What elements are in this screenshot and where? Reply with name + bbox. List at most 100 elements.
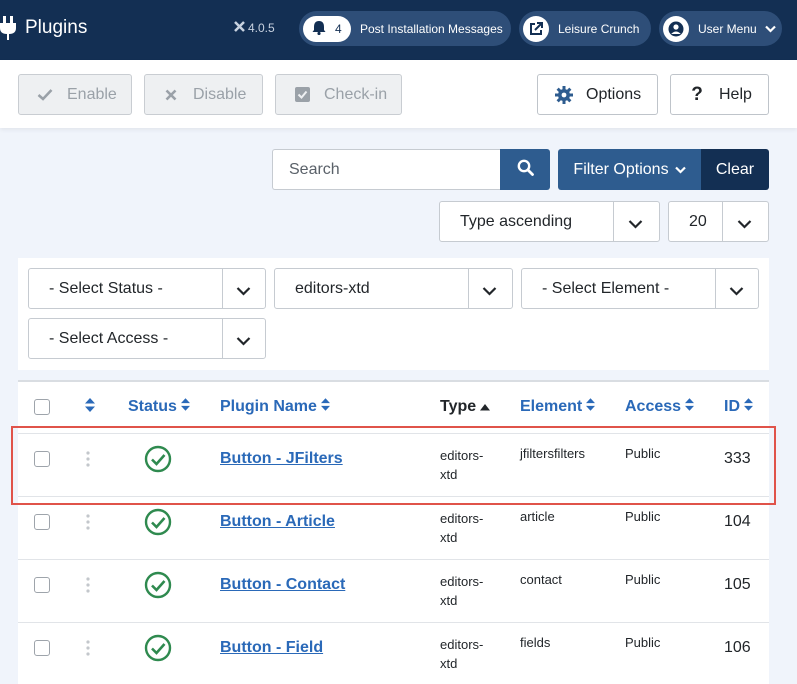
brand: Plugins <box>0 14 87 42</box>
select-divider <box>222 269 223 308</box>
plugin-name-link[interactable]: Button - Contact <box>220 576 345 594</box>
table-header: Status Plugin Name Type Element Access I… <box>18 382 769 432</box>
enable-button[interactable]: Enable <box>18 74 132 115</box>
status-enabled-icon[interactable] <box>144 634 172 667</box>
chevron-down-icon <box>737 216 752 234</box>
drag-handle-icon[interactable] <box>86 577 90 598</box>
status-enabled-icon[interactable] <box>144 571 172 604</box>
type-filter-select[interactable]: editors-xtd <box>274 268 513 309</box>
select-divider <box>715 269 716 308</box>
drag-handle-icon[interactable] <box>86 514 90 535</box>
list-limit-value: 20 <box>689 212 707 230</box>
type-column-label: Type <box>440 398 477 415</box>
table-row: Button - Article editors-xtd article Pub… <box>18 496 769 559</box>
options-button[interactable]: Options <box>537 74 658 115</box>
access-filter-value: - Select Access - <box>49 329 169 347</box>
type-filter-value: editors-xtd <box>295 279 370 297</box>
version-label: 4.0.5 <box>248 21 275 35</box>
plugin-access: Public <box>625 509 661 524</box>
row-checkbox[interactable] <box>34 640 50 656</box>
plugin-type: editors-xtd <box>440 574 484 608</box>
sort-icon <box>180 398 190 416</box>
search-input[interactable] <box>272 149 501 190</box>
search-button[interactable] <box>500 149 550 190</box>
user-icon <box>663 15 689 42</box>
status-filter-select[interactable]: - Select Status - <box>28 268 266 309</box>
status-column-label: Status <box>128 398 177 415</box>
check-square-icon <box>292 87 312 102</box>
name-column-label: Plugin Name <box>220 398 317 415</box>
check-icon <box>35 88 55 101</box>
notification-count: 4 <box>334 21 342 36</box>
bell-icon <box>312 20 326 38</box>
element-filter-select[interactable]: - Select Element - <box>521 268 759 309</box>
plugin-id: 105 <box>724 576 751 593</box>
element-filter-value: - Select Element - <box>542 279 670 297</box>
options-label: Options <box>586 85 642 103</box>
select-all-checkbox[interactable] <box>34 399 50 415</box>
plugin-id: 104 <box>724 513 751 530</box>
access-column-header[interactable]: Access <box>625 398 695 416</box>
select-divider <box>222 319 223 358</box>
drag-handle-icon[interactable] <box>86 640 90 661</box>
chevron-down-icon <box>729 283 744 301</box>
table-row: Button - Field editors-xtd fields Public… <box>18 622 769 684</box>
filter-options-label: Filter Options <box>573 160 669 178</box>
external-link-icon <box>523 15 549 42</box>
plugin-element: fields <box>520 635 551 650</box>
site-label: Leisure Crunch <box>558 21 640 36</box>
sort-icon <box>744 398 753 416</box>
chevron-down-icon <box>236 333 251 351</box>
disable-label: Disable <box>193 85 247 103</box>
toolbar: Enable Disable Check-in Options ? Help <box>0 60 797 128</box>
plugin-element: contact <box>520 572 562 587</box>
user-menu-label: User Menu <box>698 21 757 36</box>
plugin-access: Public <box>625 635 661 650</box>
plugin-name-link[interactable]: Button - Article <box>220 513 335 531</box>
type-column-header[interactable]: Type <box>440 398 491 416</box>
question-icon: ? <box>691 83 703 105</box>
gear-icon <box>554 85 574 104</box>
version-info: 4.0.5 <box>234 21 275 35</box>
ordering-select[interactable]: Type ascending <box>439 201 660 242</box>
sort-icon <box>586 398 596 416</box>
select-divider <box>468 269 469 308</box>
plug-icon <box>0 14 18 42</box>
post-installation-messages-button[interactable]: 4 Post Installation Messages <box>299 11 511 46</box>
help-button[interactable]: ? Help <box>670 74 769 115</box>
id-column-header[interactable]: ID <box>724 398 753 416</box>
row-checkbox[interactable] <box>34 577 50 593</box>
row-checkbox[interactable] <box>34 514 50 530</box>
element-column-label: Element <box>520 398 583 415</box>
ordering-column-header[interactable] <box>85 398 95 417</box>
access-column-label: Access <box>625 398 682 415</box>
checkin-button[interactable]: Check-in <box>275 74 402 115</box>
access-filter-select[interactable]: - Select Access - <box>28 318 266 359</box>
disable-button[interactable]: Disable <box>144 74 263 115</box>
checkin-label: Check-in <box>324 85 388 103</box>
sort-icon <box>85 398 95 417</box>
user-menu-button[interactable]: User Menu <box>659 11 782 46</box>
status-column-header[interactable]: Status <box>128 398 190 416</box>
name-column-header[interactable]: Plugin Name <box>220 398 330 416</box>
joomla-icon <box>234 21 245 35</box>
times-icon <box>161 89 181 101</box>
site-link-button[interactable]: Leisure Crunch <box>519 11 651 46</box>
table-row: Button - Contact editors-xtd contact Pub… <box>18 559 769 622</box>
page-title: Plugins <box>25 17 88 38</box>
status-enabled-icon[interactable] <box>144 508 172 541</box>
filter-options-button[interactable]: Filter Options <box>558 149 701 190</box>
app-header: Plugins 4.0.5 4 Post Installation Messag… <box>0 0 797 60</box>
sort-asc-icon <box>480 398 491 416</box>
filters-panel: - Select Status - editors-xtd - Select E… <box>18 258 769 370</box>
highlight-box <box>11 426 776 505</box>
chevron-down-icon <box>236 283 251 301</box>
clear-button[interactable]: Clear <box>701 149 769 190</box>
ordering-value: Type ascending <box>460 212 573 230</box>
status-filter-value: - Select Status - <box>49 279 163 297</box>
list-limit-select[interactable]: 20 <box>668 201 769 242</box>
plugin-type: editors-xtd <box>440 511 484 545</box>
element-column-header[interactable]: Element <box>520 398 596 416</box>
plugin-name-link[interactable]: Button - Field <box>220 639 323 657</box>
plugin-element: article <box>520 509 555 524</box>
